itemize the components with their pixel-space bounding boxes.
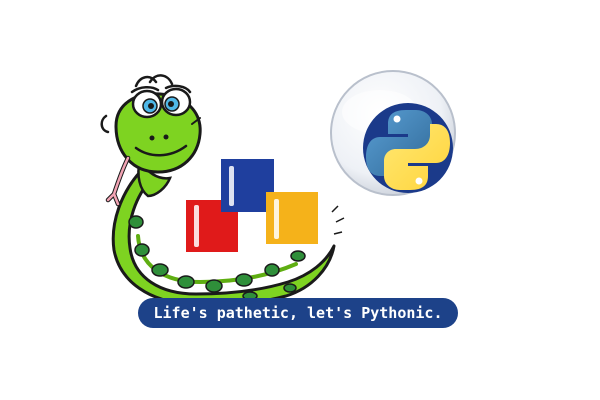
- python-logo-badge-icon: [330, 70, 456, 196]
- stacked-blocks-icon: [186, 159, 345, 252]
- slogan-text: Life's pathetic, let's Pythonic.: [153, 304, 443, 322]
- slogan-banner: Life's pathetic, let's Pythonic.: [138, 298, 458, 328]
- illustration-canvas: [100, 70, 456, 307]
- cartoon-snake-icon: [100, 74, 336, 307]
